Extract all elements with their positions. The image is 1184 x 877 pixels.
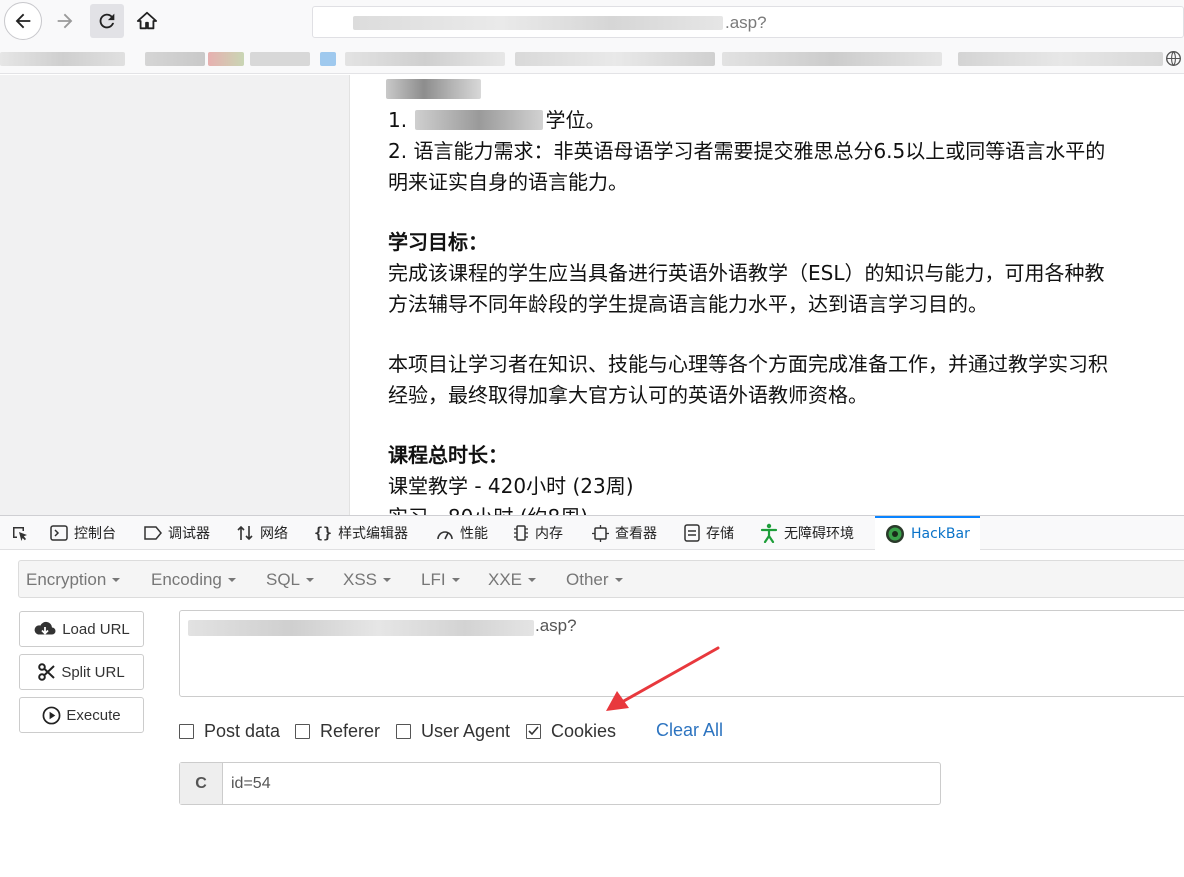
caret-down-icon <box>306 578 315 582</box>
caret-down-icon <box>451 578 460 582</box>
duration-line-2: 实习 - 80小时 (约8周) <box>388 502 1184 515</box>
hackbar-url-text: .asp? <box>535 616 577 635</box>
url-redacted <box>353 16 723 30</box>
page-content: 1. 学位。 2. 语言能力需求：非英语母语学习者需要提交雅思总分6.5以上或同… <box>351 75 1184 515</box>
caret-down-icon <box>614 578 623 582</box>
menu-encryption[interactable]: Encryption <box>26 570 121 590</box>
tab-storage[interactable]: 存储 <box>684 516 734 550</box>
browser-navbar: .asp? <box>0 0 1184 44</box>
url-redacted <box>188 620 534 636</box>
caret-down-icon <box>227 578 236 582</box>
arrow-left-icon <box>15 13 31 29</box>
url-text: .asp? <box>725 13 767 32</box>
home-icon <box>136 11 158 30</box>
storage-icon <box>684 524 700 542</box>
bookmark-redacted <box>958 52 1163 66</box>
hackbar-url-textarea[interactable]: .asp? <box>179 610 1184 697</box>
duration-heading: 课程总时长： <box>388 443 508 467</box>
goal-line-1: 完成该课程的学生应当具备进行英语外语教学（ESL）的知识与能力，可用各种教 <box>388 261 1105 285</box>
cookies-checkbox[interactable] <box>526 723 541 739</box>
reload-icon <box>99 13 115 29</box>
tab-style-editor[interactable]: {} 样式编辑器 <box>314 516 408 550</box>
cookie-input[interactable] <box>223 763 940 804</box>
bookmark-redacted <box>208 52 244 66</box>
requirement-line-3: 明来证实自身的语言能力。 <box>388 170 628 194</box>
bookmark-redacted <box>345 52 505 66</box>
tab-accessibility[interactable]: 无障碍环境 <box>760 516 854 550</box>
menu-xxe[interactable]: XXE <box>488 570 537 590</box>
post-data-checkbox[interactable] <box>179 723 194 739</box>
post-data-option[interactable]: Post data <box>179 720 280 742</box>
user-agent-checkbox[interactable] <box>396 723 411 739</box>
load-url-button[interactable]: Load URL <box>19 611 144 647</box>
reload-button[interactable] <box>90 4 124 38</box>
goal-line-2: 方法辅导不同年龄段的学生提高语言能力水平，达到语言学习目的。 <box>388 292 988 316</box>
play-circle-icon <box>42 706 61 724</box>
bookmark-redacted <box>145 52 205 66</box>
requirement-line-2: 2. 语言能力需求：非英语母语学习者需要提交雅思总分6.5以上或同等语言水平的 <box>388 139 1106 163</box>
element-picker-icon[interactable] <box>10 524 30 544</box>
address-bar[interactable]: .asp? <box>312 6 1184 38</box>
back-button[interactable] <box>4 2 42 40</box>
bookmark-redacted <box>0 52 125 66</box>
menu-other[interactable]: Other <box>566 570 623 590</box>
home-button[interactable] <box>130 4 164 38</box>
bookmark-redacted <box>722 52 942 66</box>
style-editor-icon: {} <box>314 524 333 542</box>
console-icon <box>50 525 68 541</box>
clear-all-link[interactable]: Clear All <box>656 720 723 741</box>
tab-memory[interactable]: 内存 <box>513 516 563 550</box>
split-url-button[interactable]: Split URL <box>19 654 144 690</box>
tab-console[interactable]: 控制台 <box>50 516 116 550</box>
menu-sql[interactable]: SQL <box>266 570 315 590</box>
bookmark-redacted <box>250 52 310 66</box>
goal-heading: 学习目标： <box>388 230 488 254</box>
text-redacted <box>415 110 544 130</box>
hackbar-icon <box>885 524 905 544</box>
menu-encoding[interactable]: Encoding <box>151 570 236 590</box>
caret-down-icon <box>112 578 121 582</box>
performance-icon <box>436 525 454 541</box>
cookie-prefix-label: C <box>180 763 223 804</box>
page-sidebar-area <box>0 75 350 515</box>
arrow-right-icon <box>57 13 73 29</box>
tab-debugger[interactable]: 调试器 <box>144 516 210 550</box>
article-body: 1. 学位。 2. 语言能力需求：非英语母语学习者需要提交雅思总分6.5以上或同… <box>388 105 1184 515</box>
bookmark-redacted <box>515 52 715 66</box>
tab-inspector[interactable]: 查看器 <box>592 516 657 550</box>
tab-network[interactable]: 网络 <box>236 516 288 550</box>
referer-option[interactable]: Referer <box>295 720 380 742</box>
caret-down-icon <box>528 578 537 582</box>
heading-redacted <box>386 79 481 99</box>
menu-xss[interactable]: XSS <box>343 570 392 590</box>
hackbar-menubar: Encryption Encoding SQL XSS LFI XXE Othe… <box>18 560 1184 598</box>
bookmarks-toolbar <box>0 44 1184 74</box>
tab-performance[interactable]: 性能 <box>436 516 488 550</box>
bookmark-redacted <box>320 52 336 66</box>
accessibility-icon <box>760 523 778 543</box>
network-icon <box>236 524 254 542</box>
inspector-icon <box>592 524 609 542</box>
project-line-2: 经验，最终取得加拿大官方认可的英语外语教师资格。 <box>388 383 868 407</box>
cloud-download-icon <box>34 621 56 635</box>
devtools-panel: 控制台 调试器 网络 {} 样式编辑器 性能 内存 查看器 存储 无障碍环境 H… <box>0 515 1184 877</box>
caret-down-icon <box>383 578 392 582</box>
project-line-1: 本项目让学习者在知识、技能与心理等各个方面完成准备工作，并通过教学实习积 <box>388 352 1108 376</box>
user-agent-option[interactable]: User Agent <box>396 720 510 742</box>
forward-button[interactable] <box>48 4 82 38</box>
globe-icon <box>1166 51 1181 66</box>
tab-hackbar[interactable]: HackBar <box>875 516 980 550</box>
debugger-icon <box>144 526 162 540</box>
requirement-line-1: 1. 学位。 <box>388 108 606 132</box>
devtools-toolbar: 控制台 调试器 网络 {} 样式编辑器 性能 内存 查看器 存储 无障碍环境 H… <box>0 516 1184 550</box>
scissors-icon <box>38 663 56 681</box>
menu-lfi[interactable]: LFI <box>421 570 460 590</box>
execute-button[interactable]: Execute <box>19 697 144 733</box>
cookies-option[interactable]: Cookies <box>526 720 616 742</box>
checkmark-icon <box>528 726 539 736</box>
memory-icon <box>513 524 529 542</box>
cookie-field-group: C <box>179 762 941 805</box>
duration-line-1: 课堂教学 - 420小时 (23周) <box>388 474 634 498</box>
referer-checkbox[interactable] <box>295 723 310 739</box>
